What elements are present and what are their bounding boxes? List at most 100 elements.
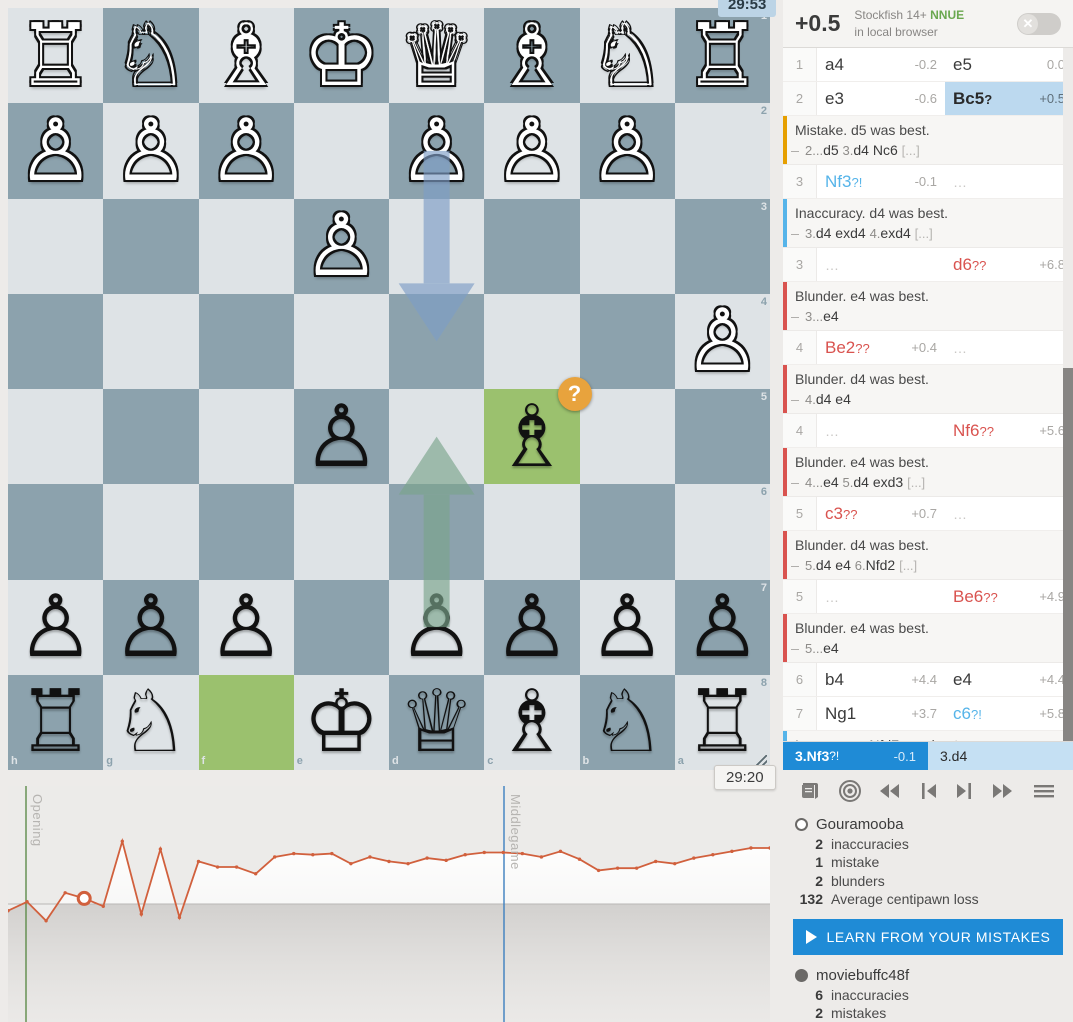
move-cell-black[interactable]: … bbox=[945, 497, 1073, 530]
variation-token[interactable]: 4. bbox=[805, 392, 816, 407]
engine-eval-header[interactable]: +0.5 Stockfish 14+ NNUE in local browser… bbox=[783, 0, 1073, 48]
board-controls[interactable] bbox=[783, 770, 1073, 812]
move-cell-white[interactable]: e3 -0.6 bbox=[817, 82, 945, 115]
variation-token[interactable]: d5 bbox=[823, 142, 842, 158]
board-square-f4[interactable] bbox=[198, 293, 294, 389]
piece-white-bishop-c1[interactable]: ♗ bbox=[484, 8, 579, 103]
board-square-a1[interactable]: 1♖ bbox=[674, 8, 770, 104]
board-square-e5[interactable]: ♙ bbox=[293, 389, 389, 485]
board-square-h8[interactable]: h ♖ bbox=[8, 674, 104, 770]
board-square-b8[interactable]: b ♘ bbox=[579, 674, 675, 770]
move-cell-black[interactable]: c6?! +5.8 bbox=[945, 697, 1073, 730]
move-cell-white[interactable]: … bbox=[817, 248, 945, 281]
board-square-d8[interactable]: d ♕ bbox=[389, 674, 485, 770]
piece-white-pawn-h2[interactable]: ♙ bbox=[8, 103, 103, 198]
move-cell-white[interactable]: Nf3?! -0.1 bbox=[817, 165, 945, 198]
board-square-f1[interactable]: ♗ bbox=[198, 8, 294, 104]
variation-token[interactable]: 3. bbox=[843, 143, 854, 158]
board-square-b3[interactable] bbox=[579, 198, 675, 294]
variation-token[interactable]: 4. bbox=[870, 226, 881, 241]
piece-black-pawn-f7[interactable]: ♙ bbox=[199, 580, 294, 675]
piece-black-pawn-g7[interactable]: ♙ bbox=[103, 580, 198, 675]
board-square-b7[interactable]: ♙ bbox=[579, 579, 675, 675]
variation-token[interactable]: [...] bbox=[902, 143, 920, 158]
target-icon[interactable] bbox=[838, 779, 862, 803]
comment-variation[interactable]: 4.d4 e4 bbox=[791, 391, 1061, 407]
piece-black-pawn-b7[interactable]: ♙ bbox=[580, 580, 675, 675]
variation-token[interactable]: d4 Nc6 bbox=[853, 142, 901, 158]
piece-black-pawn-a7[interactable]: ♙ bbox=[675, 580, 770, 675]
variation-token[interactable]: 3. bbox=[805, 226, 816, 241]
move-list-scrollbar-thumb[interactable] bbox=[1063, 368, 1073, 741]
board-square-h4[interactable] bbox=[8, 293, 104, 389]
board-square-b1[interactable]: ♘ bbox=[579, 8, 675, 104]
close-icon[interactable]: ✕ bbox=[1018, 14, 1038, 34]
board-square-a7[interactable]: 7 ♙ bbox=[674, 579, 770, 675]
comment-variation[interactable]: 3.d4 exd4 4.exd4 [...] bbox=[791, 225, 1061, 241]
piece-white-knight-g1[interactable]: ♘ bbox=[103, 8, 198, 103]
variation-token[interactable]: 5... bbox=[805, 641, 823, 656]
board-square-d6[interactable] bbox=[389, 484, 485, 580]
board-square-g4[interactable] bbox=[103, 293, 199, 389]
move-row[interactable]: 5 … Be6?? +4.9 bbox=[783, 580, 1073, 614]
variation-token[interactable]: d4 e4 bbox=[816, 557, 855, 573]
move-list[interactable]: 1 a4 -0.2 e5 0.0 2 e3 -0.6 Bc5? +0.5 Mistake. d5 w… bbox=[783, 48, 1073, 742]
board-square-d2[interactable]: ♙ bbox=[389, 103, 485, 199]
piece-black-bishop-c8[interactable]: ♗ bbox=[484, 675, 579, 770]
board-square-c2[interactable]: ♙ bbox=[484, 103, 580, 199]
board-square-b6[interactable] bbox=[579, 484, 675, 580]
board-square-c6[interactable] bbox=[484, 484, 580, 580]
move-cell-black[interactable]: Nf6?? +5.6 bbox=[945, 414, 1073, 447]
variation-token[interactable]: 2... bbox=[805, 143, 823, 158]
board-square-b2[interactable]: ♙ bbox=[579, 103, 675, 199]
move-cell-white[interactable]: c3?? +0.7 bbox=[817, 497, 945, 530]
piece-black-pawn-h7[interactable]: ♙ bbox=[8, 580, 103, 675]
comment-variation[interactable]: 2...d5 3.d4 Nc6 [...] bbox=[791, 142, 1061, 158]
variation-token[interactable]: e4 bbox=[823, 474, 842, 490]
evaluation-chart[interactable]: Opening Middlegame bbox=[8, 786, 770, 1022]
board-square-h7[interactable]: ♙ bbox=[8, 579, 104, 675]
pv-main-move[interactable]: 3.Nf3?! -0.1 bbox=[783, 742, 928, 770]
next-move-icon[interactable] bbox=[954, 779, 976, 803]
board-square-h5[interactable] bbox=[8, 389, 104, 485]
chessboard-container[interactable]: ♖♘♗♔♕♗♘1♖♙♙♙♙♙♙2♙34♙♙♗56♙♙♙♙♙♙7♙h♖g♘fe♔d… bbox=[8, 8, 770, 770]
move-cell-black[interactable]: e5 0.0 bbox=[945, 48, 1073, 81]
piece-black-rook-h8[interactable]: ♖ bbox=[8, 675, 103, 770]
evaluation-chart-svg[interactable] bbox=[8, 786, 770, 1022]
move-row[interactable]: 7 Ng1 +3.7 c6?! +5.8 bbox=[783, 697, 1073, 731]
board-square-c8[interactable]: c ♗ bbox=[484, 674, 580, 770]
board-square-g8[interactable]: g ♘ bbox=[103, 674, 199, 770]
move-cell-black[interactable]: … bbox=[945, 165, 1073, 198]
board-square-g3[interactable] bbox=[103, 198, 199, 294]
explorer-icon[interactable] bbox=[799, 779, 823, 803]
move-cell-white[interactable]: b4 +4.4 bbox=[817, 663, 945, 696]
board-square-f8[interactable]: f bbox=[198, 674, 294, 770]
piece-white-pawn-f2[interactable]: ♙ bbox=[199, 103, 294, 198]
piece-white-knight-b1[interactable]: ♘ bbox=[580, 8, 675, 103]
board-square-h1[interactable]: ♖ bbox=[8, 8, 104, 104]
variation-token[interactable]: 4... bbox=[805, 475, 823, 490]
piece-white-bishop-f1[interactable]: ♗ bbox=[199, 8, 294, 103]
first-move-icon[interactable] bbox=[876, 779, 902, 803]
board-square-e4[interactable] bbox=[293, 293, 389, 389]
board-square-h2[interactable]: ♙ bbox=[8, 103, 104, 199]
piece-black-knight-b8[interactable]: ♘ bbox=[580, 675, 675, 770]
piece-white-pawn-a4[interactable]: ♙ bbox=[675, 294, 770, 389]
move-cell-white[interactable]: … bbox=[817, 580, 945, 613]
move-row[interactable]: 3 … d6?? +6.8 bbox=[783, 248, 1073, 282]
move-cell-black[interactable]: e4 +4.4 bbox=[945, 663, 1073, 696]
piece-black-pawn-d7[interactable]: ♙ bbox=[389, 580, 484, 675]
variation-token[interactable]: exd4 bbox=[880, 225, 914, 241]
board-square-c3[interactable] bbox=[484, 198, 580, 294]
learn-from-mistakes-button[interactable]: LEARN FROM YOUR MISTAKES bbox=[793, 918, 1063, 955]
board-square-e7[interactable] bbox=[293, 579, 389, 675]
board-square-g2[interactable]: ♙ bbox=[103, 103, 199, 199]
variation-token[interactable]: d4 exd4 bbox=[816, 225, 870, 241]
engine-toggle-switch[interactable]: ✕ bbox=[1017, 13, 1061, 35]
board-square-e2[interactable] bbox=[293, 103, 389, 199]
variation-token[interactable]: d4 exd3 bbox=[853, 474, 907, 490]
comment-variation[interactable]: 5...e4 bbox=[791, 640, 1061, 656]
variation-token[interactable]: 6. bbox=[855, 558, 866, 573]
board-square-f6[interactable] bbox=[198, 484, 294, 580]
piece-black-king-e8[interactable]: ♔ bbox=[294, 675, 389, 770]
